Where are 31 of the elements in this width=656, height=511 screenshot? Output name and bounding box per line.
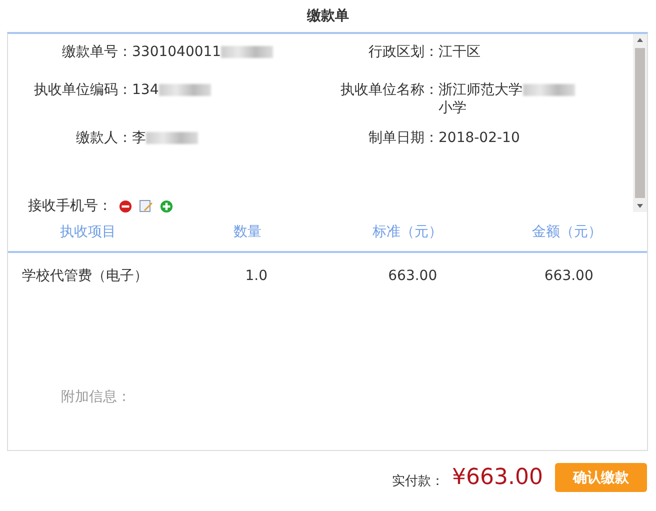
column-header[interactable]: 数量: [168, 222, 328, 240]
confirm-button[interactable]: 确认缴款: [555, 463, 647, 492]
remove-icon[interactable]: [119, 200, 132, 212]
field-label: 接收手机号：: [27, 197, 112, 215]
field-value: 3301040011: [132, 43, 222, 61]
dialog-title: 缴款单: [306, 7, 350, 26]
field-label: 制单日期：: [368, 129, 438, 147]
payment-label: 实付款：: [392, 472, 444, 490]
table-cell-text: 1.0: [244, 268, 268, 284]
field-label: 执收单位名称：: [340, 81, 438, 99]
edit-icon[interactable]: [139, 199, 153, 213]
table-cell-text: 663.00: [543, 268, 594, 284]
field-label: 附加信息：: [61, 389, 131, 405]
field-value: 浙江师范大学: [438, 81, 522, 99]
payment-amount: ¥663.00: [452, 465, 543, 490]
field-value: 小学: [438, 99, 466, 117]
column-header[interactable]: 金额（元）: [487, 222, 647, 240]
add-icon[interactable]: [160, 200, 173, 212]
field-value: 134: [132, 81, 159, 99]
scrollbar[interactable]: [633, 34, 647, 212]
table-cell-text: 663.00: [387, 268, 438, 284]
field-label: 缴款人：: [75, 129, 132, 147]
field-label: 执收单位编码：: [33, 81, 132, 99]
column-header[interactable]: 标准（元）: [328, 222, 488, 240]
table-cell-text: 学校代管费（电子）: [21, 267, 149, 285]
column-header[interactable]: 执收项目: [8, 222, 168, 240]
field-value: 江干区: [438, 43, 480, 61]
field-value: 2018-02-10: [438, 129, 520, 147]
field-label: 缴款单号：: [61, 43, 132, 61]
field-label: 行政区划：: [368, 43, 438, 61]
field-value: 李: [132, 129, 146, 147]
